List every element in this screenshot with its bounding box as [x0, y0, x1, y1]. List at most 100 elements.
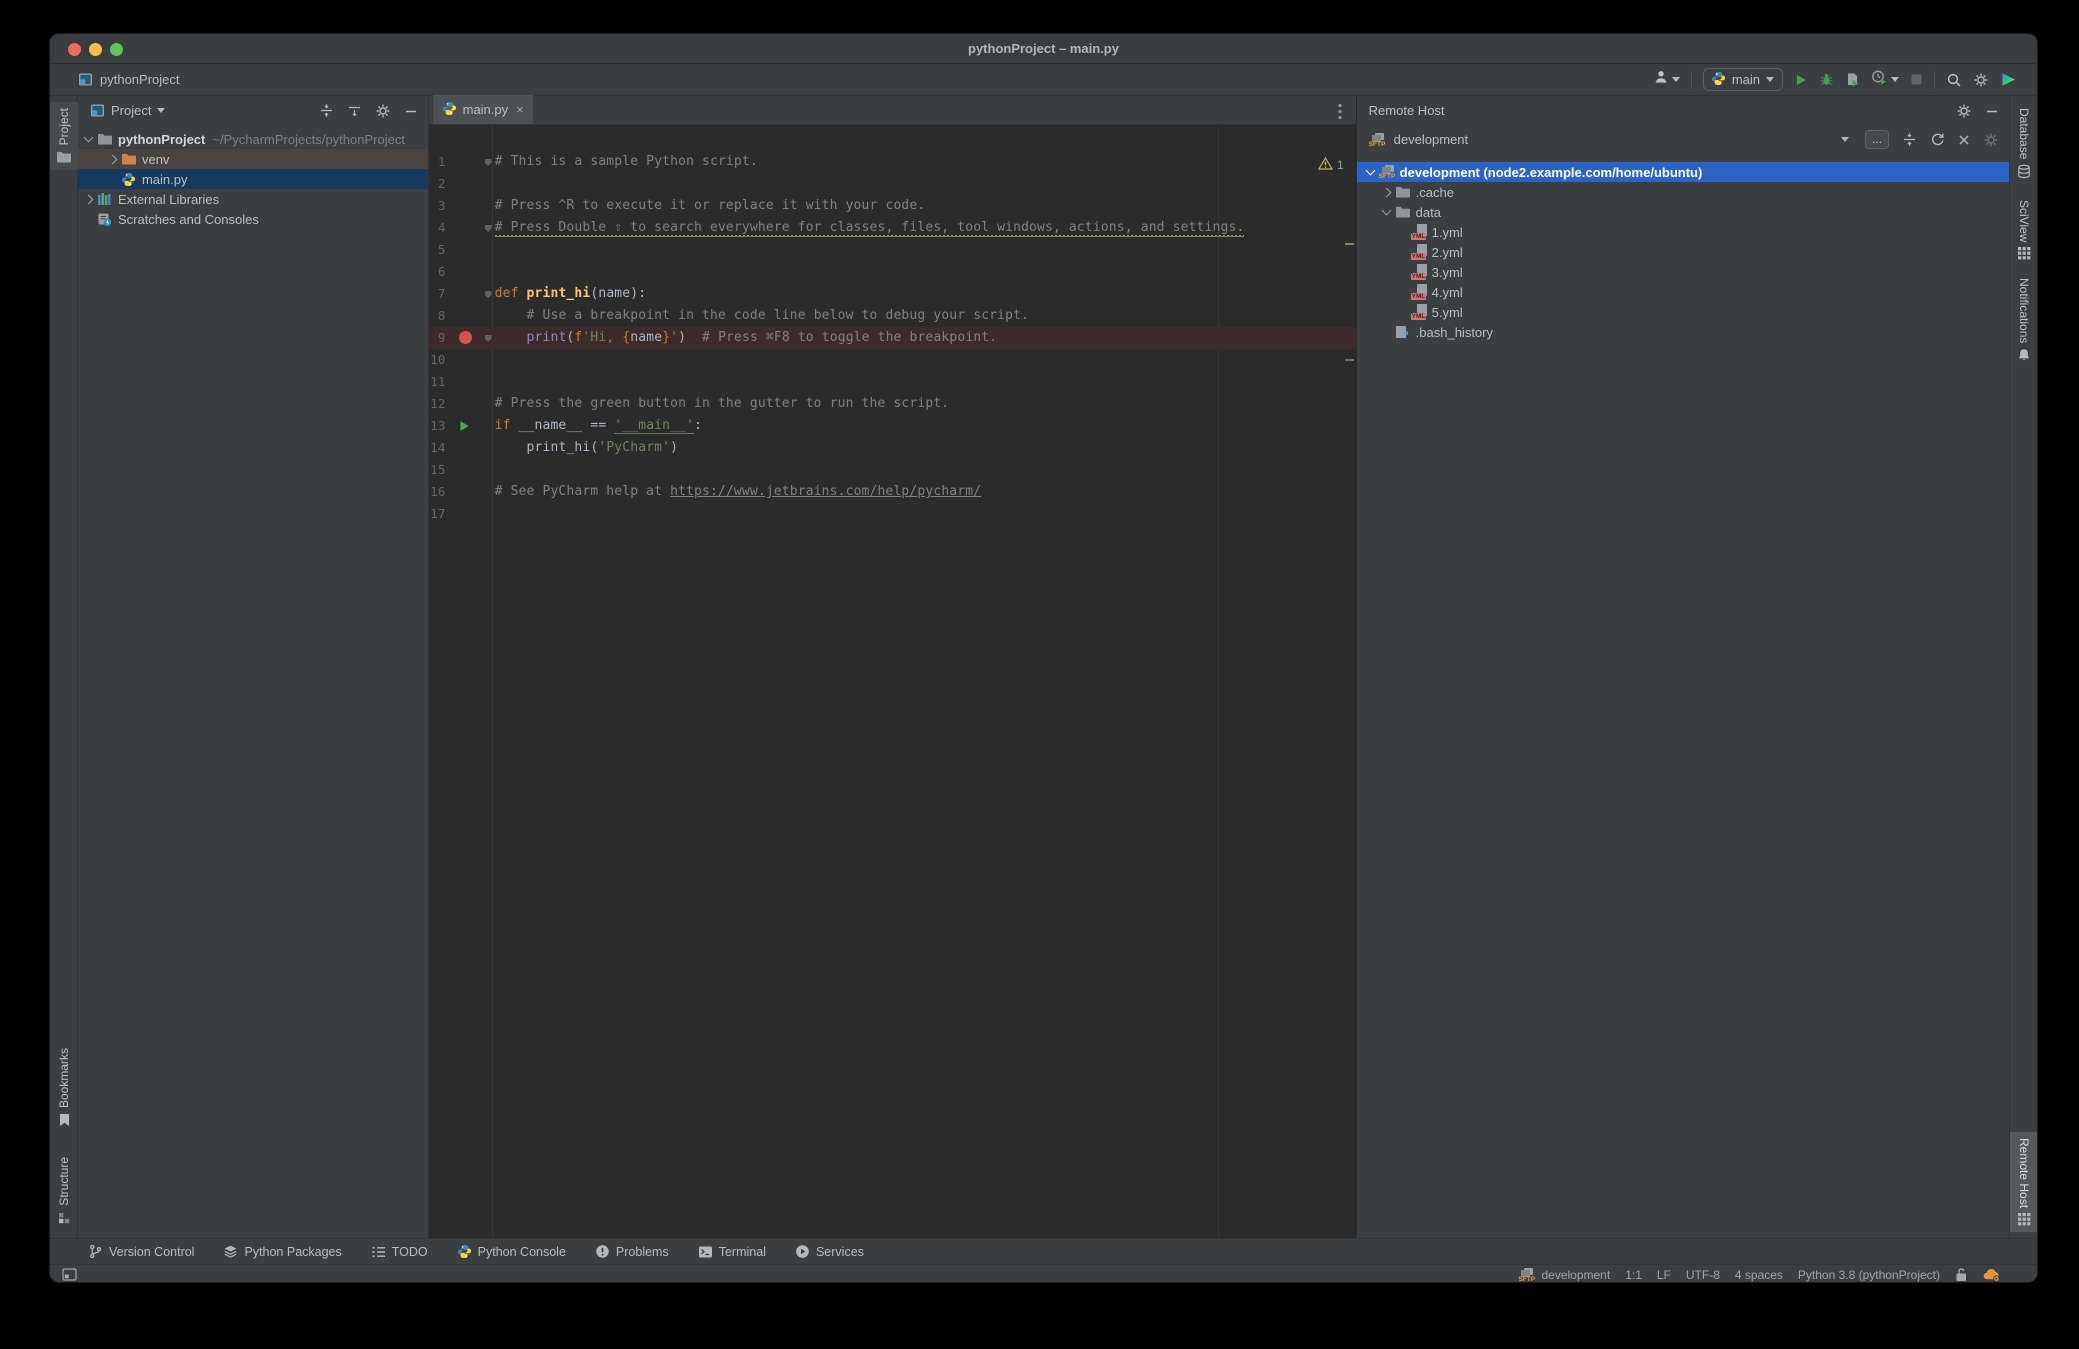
- chevron-down-icon[interactable]: [1379, 205, 1395, 216]
- fold-marker-icon[interactable]: [484, 291, 492, 298]
- tab-main-py[interactable]: main.py ×: [432, 95, 533, 124]
- remote-tree-item[interactable]: ? .bash_history: [1357, 322, 2009, 342]
- close-tab-icon[interactable]: ×: [514, 102, 524, 117]
- status-item-python-3-8-pythonproject-[interactable]: Python 3.8 (pythonProject): [1798, 1268, 1940, 1282]
- refresh-icon[interactable]: [1930, 132, 1945, 147]
- line-number[interactable]: 3: [429, 195, 446, 217]
- jetbrains-gradient-icon[interactable]: [2000, 71, 2017, 88]
- fold-marker-icon[interactable]: [484, 159, 492, 166]
- line-number[interactable]: 15: [429, 459, 446, 481]
- code-editor[interactable]: 1 # This is a sample Python script. 2 3 # Pr…: [428, 125, 1356, 1238]
- settings-button[interactable]: [1973, 72, 1989, 88]
- project-tree-item[interactable]: main.py: [77, 169, 428, 189]
- remote-tree-item[interactable]: .cache: [1357, 182, 2009, 202]
- code-line[interactable]: 10: [429, 349, 1356, 371]
- run-button[interactable]: [1794, 73, 1808, 87]
- remote-tree-item[interactable]: YML 1.yml: [1357, 222, 2009, 242]
- line-number[interactable]: 7: [429, 283, 446, 305]
- line-number[interactable]: 11: [429, 371, 446, 393]
- search-everywhere-button[interactable]: [1946, 72, 1962, 88]
- line-number[interactable]: 2: [429, 173, 446, 195]
- code-line[interactable]: 16 # See PyCharm help at https://www.jetb…: [429, 481, 1356, 503]
- close-icon[interactable]: [1958, 134, 1970, 146]
- tool-window-tab-notifications[interactable]: Notifications: [2010, 272, 2037, 368]
- fold-marker-icon[interactable]: [484, 335, 492, 342]
- tool-window-tab-structure[interactable]: Structure: [50, 1151, 78, 1230]
- line-number[interactable]: 13: [429, 415, 446, 437]
- tool-window-button-services[interactable]: Services: [795, 1244, 864, 1259]
- line-number[interactable]: 1: [429, 151, 446, 173]
- run-line-icon[interactable]: [458, 420, 470, 436]
- code-line[interactable]: 8 # Use a breakpoint in the code line be…: [429, 305, 1356, 327]
- breakpoint-icon[interactable]: [458, 331, 472, 344]
- code-line[interactable]: 12 # Press the green button in the gutter…: [429, 393, 1356, 415]
- connection-select[interactable]: development: [1394, 132, 1468, 147]
- status-item[interactable]: [1955, 1267, 1968, 1282]
- tool-window-tab-bookmarks[interactable]: Bookmarks: [50, 1042, 78, 1133]
- project-panel-title[interactable]: Project: [111, 103, 151, 118]
- remote-tree-item[interactable]: YML 2.yml: [1357, 242, 2009, 262]
- project-tree-item[interactable]: Scratches and Consoles: [78, 209, 428, 229]
- run-configuration-select[interactable]: main: [1702, 68, 1783, 91]
- project-tree-item[interactable]: External Libraries: [78, 189, 428, 209]
- hide-panel-icon[interactable]: [404, 104, 418, 118]
- code-line[interactable]: 14 print_hi('PyCharm'): [429, 437, 1356, 459]
- code-line[interactable]: 9 print(f'Hi, {name}') # Press ⌘F8 to to…: [428, 327, 1356, 349]
- hide-panel-icon[interactable]: [1985, 104, 1999, 118]
- error-stripe-mark[interactable]: [1344, 243, 1354, 245]
- zoom-window-button[interactable]: [110, 43, 123, 56]
- tool-window-button-terminal[interactable]: Terminal: [698, 1245, 766, 1259]
- code-line[interactable]: 4 # Press Double ⇧ to search everywhere f…: [429, 217, 1356, 239]
- line-number[interactable]: 10: [429, 349, 446, 371]
- chevron-right-icon[interactable]: [105, 154, 121, 164]
- code-line[interactable]: 5: [429, 239, 1356, 261]
- chevron-down-icon[interactable]: [1840, 137, 1849, 142]
- inspections-widget[interactable]: 1: [1317, 156, 1344, 173]
- status-item-1-1[interactable]: 1:1: [1625, 1268, 1642, 1282]
- code-line[interactable]: 7 def print_hi(name):: [429, 283, 1356, 305]
- status-item-4-spaces[interactable]: 4 spaces: [1735, 1268, 1783, 1282]
- code-line[interactable]: 1 # This is a sample Python script.: [429, 151, 1356, 173]
- status-item-development[interactable]: SFTP development: [1518, 1267, 1610, 1282]
- chevron-right-icon[interactable]: [1379, 187, 1395, 197]
- code-line[interactable]: 17: [429, 503, 1356, 525]
- remote-tree-item[interactable]: YML 5.yml: [1357, 302, 2009, 322]
- debug-button[interactable]: [1819, 72, 1834, 87]
- expand-selection-icon[interactable]: [319, 103, 334, 118]
- user-account-button[interactable]: [1653, 69, 1680, 90]
- line-number[interactable]: 4: [429, 217, 446, 239]
- gear-icon[interactable]: [1956, 103, 1972, 119]
- profiler-button[interactable]: [1871, 69, 1899, 90]
- project-tree-item[interactable]: pythonProject ~/PycharmProjects/pythonPro…: [78, 129, 428, 149]
- line-number[interactable]: 9: [429, 327, 446, 349]
- close-window-button[interactable]: [68, 43, 81, 56]
- line-number[interactable]: 8: [429, 305, 446, 327]
- remote-tree-item[interactable]: data: [1357, 202, 2009, 222]
- remote-tree-item[interactable]: YML 4.yml: [1357, 282, 2009, 302]
- collapse-all-icon[interactable]: [347, 103, 362, 118]
- tool-window-button-version-control[interactable]: Version Control: [88, 1244, 194, 1259]
- fold-marker-icon[interactable]: [484, 225, 492, 232]
- line-number[interactable]: 6: [429, 261, 446, 283]
- project-widget-label[interactable]: pythonProject: [100, 72, 180, 87]
- minimize-window-button[interactable]: [89, 43, 102, 56]
- remote-tree-item[interactable]: YML 3.yml: [1357, 262, 2009, 282]
- chevron-right-icon[interactable]: [81, 194, 97, 204]
- tool-window-tab-project[interactable]: Project: [50, 102, 78, 171]
- chevron-down-icon[interactable]: [1363, 165, 1379, 176]
- status-item-utf-8[interactable]: UTF-8: [1686, 1268, 1720, 1282]
- tool-window-button-python-packages[interactable]: Python Packages: [223, 1244, 342, 1259]
- tool-window-button-todo[interactable]: TODO: [371, 1245, 428, 1259]
- project-tree-item[interactable]: venv: [77, 149, 428, 169]
- line-number[interactable]: 14: [429, 437, 446, 459]
- code-line[interactable]: 15: [429, 459, 1356, 481]
- collapse-all-icon[interactable]: [1902, 132, 1917, 147]
- line-number[interactable]: 12: [429, 393, 446, 415]
- tool-window-tab-database[interactable]: Database: [2010, 102, 2037, 185]
- chevron-down-icon[interactable]: [157, 108, 166, 113]
- tool-window-tab-remote-host[interactable]: Remote Host: [2010, 1131, 2037, 1232]
- code-line[interactable]: 11: [429, 371, 1356, 393]
- browse-connections-button[interactable]: ...: [1865, 130, 1890, 149]
- code-line[interactable]: 3 # Press ^R to execute it or replace it …: [429, 195, 1356, 217]
- error-stripe-mark[interactable]: [1344, 359, 1354, 361]
